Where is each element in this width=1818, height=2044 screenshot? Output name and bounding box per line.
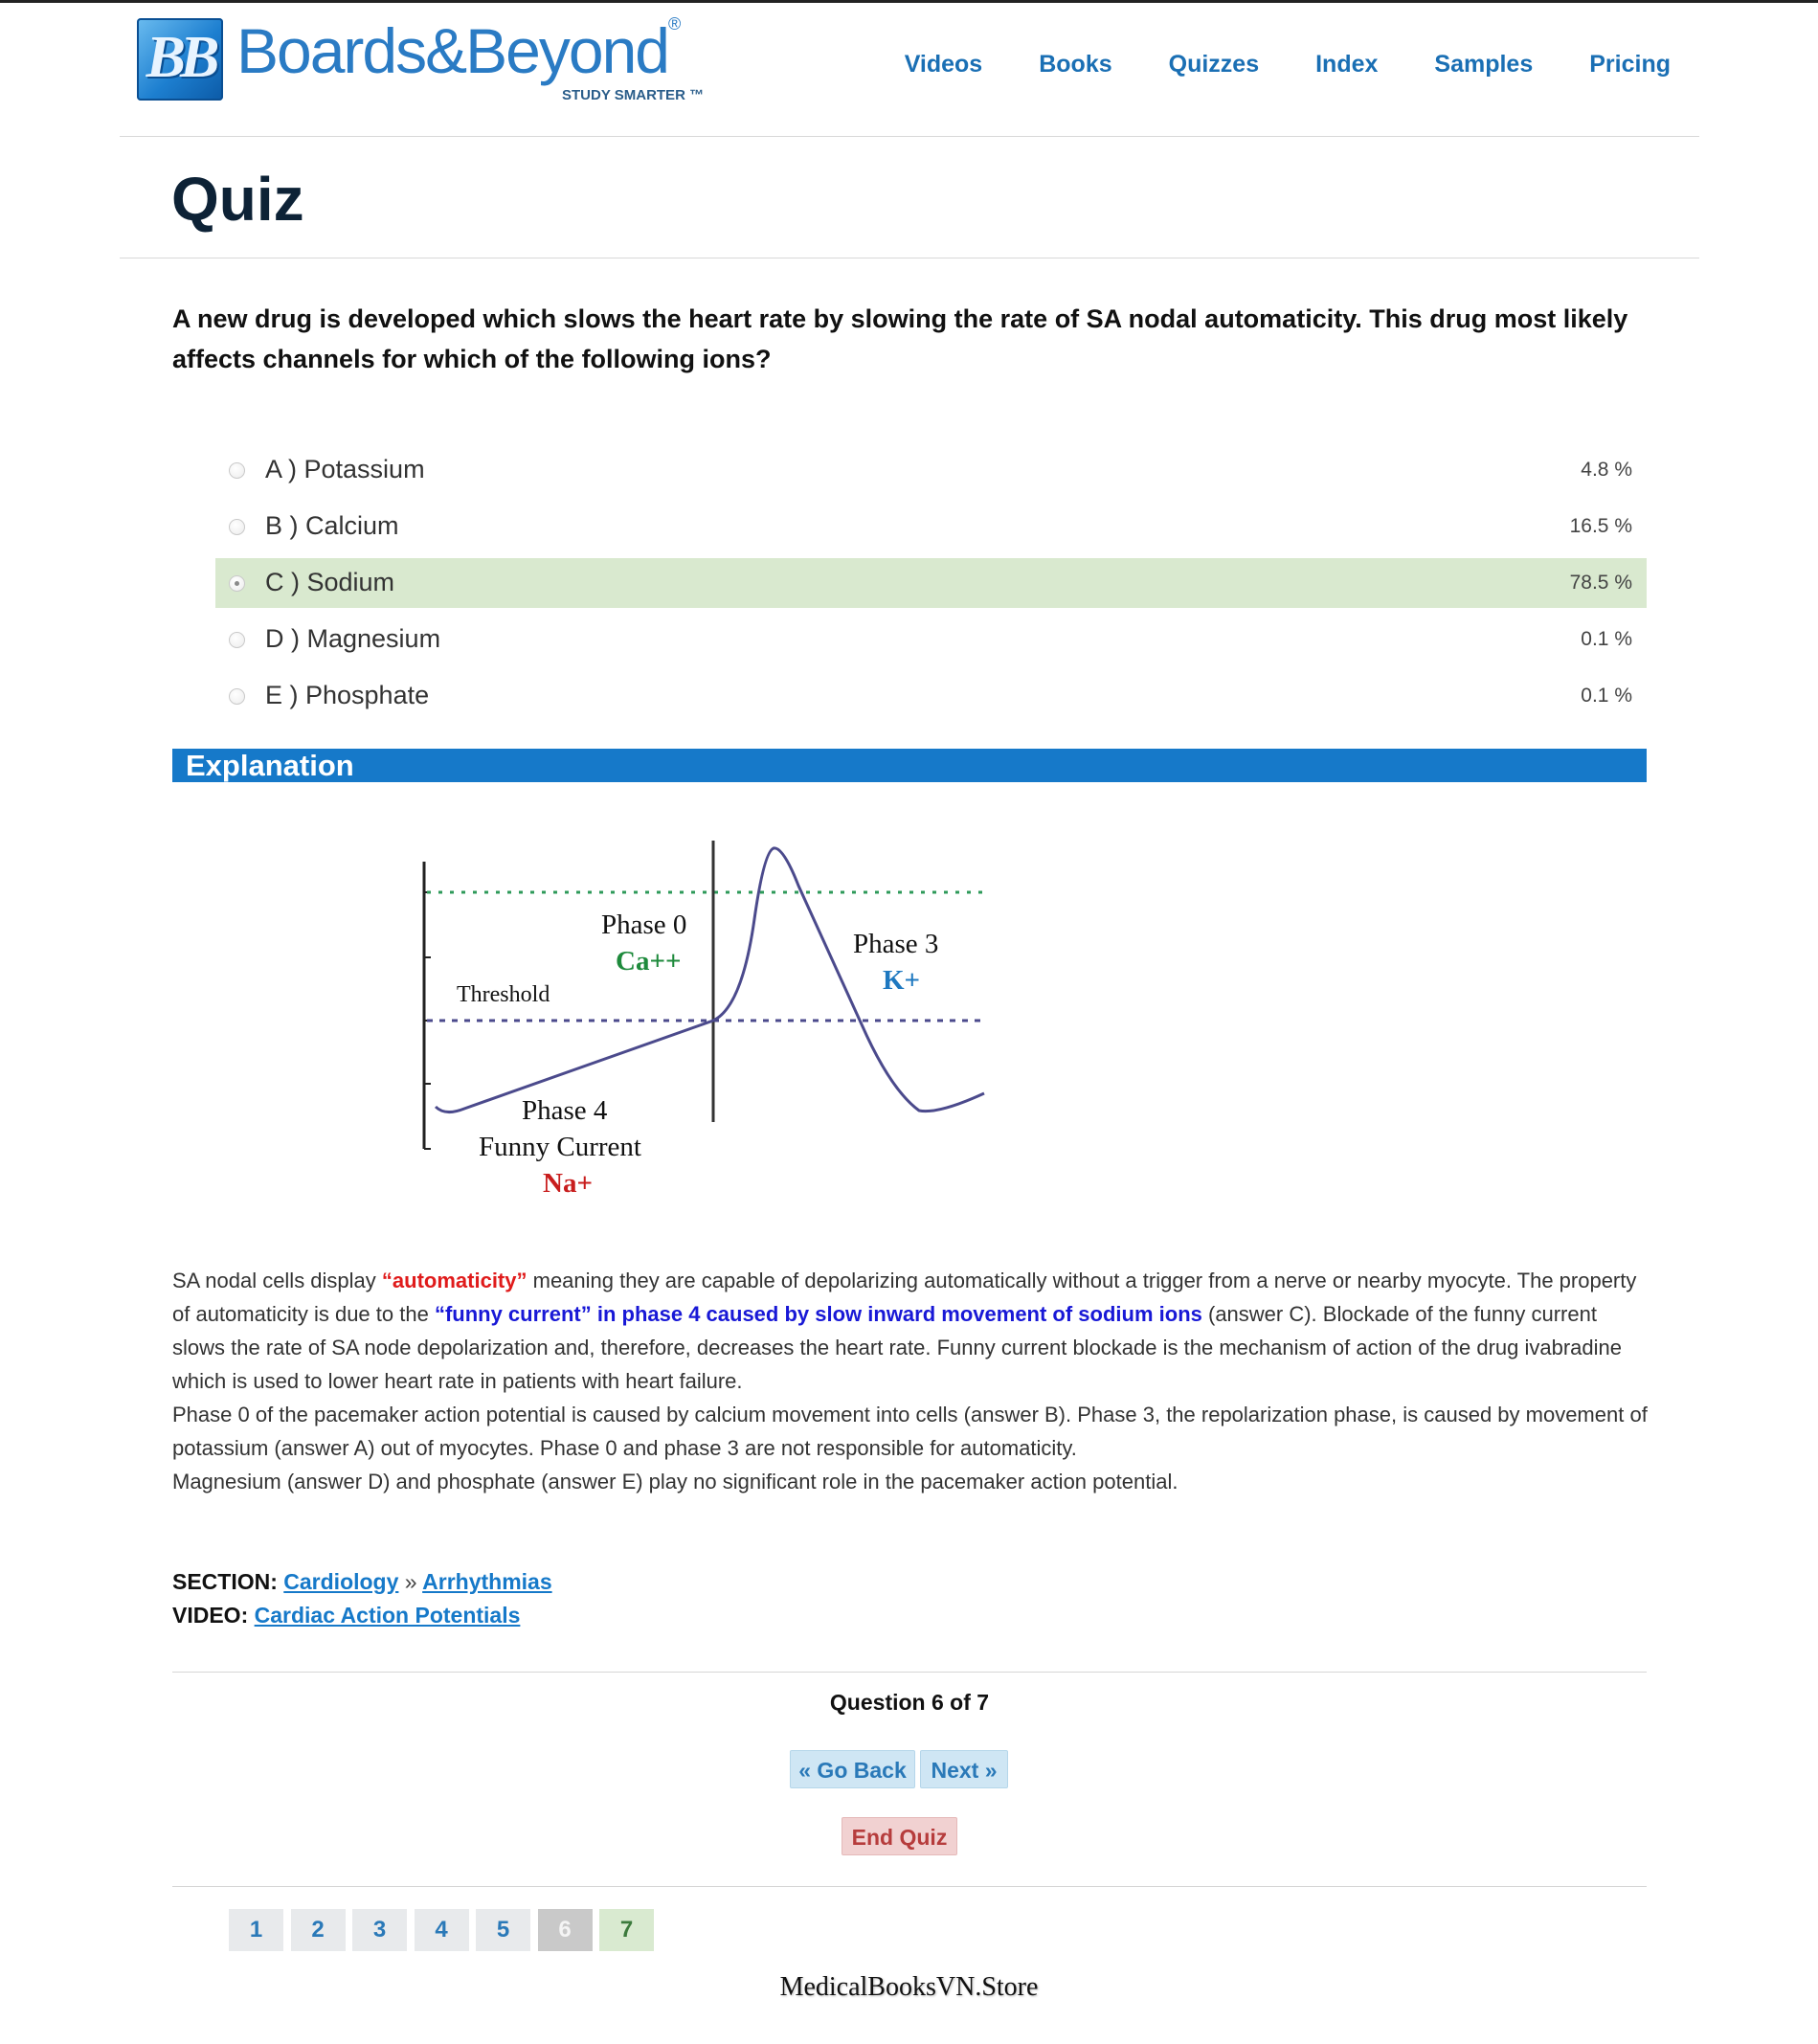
phase4-ion: Na+ — [543, 1168, 593, 1199]
watermark: MedicalBooksVN.Store — [779, 1972, 1039, 2002]
radio-button[interactable] — [229, 462, 245, 479]
main-nav: Videos Books Quizzes Index Samples Prici… — [848, 51, 1671, 79]
next-button[interactable]: Next » — [920, 1750, 1008, 1788]
radio-button[interactable] — [229, 519, 245, 535]
explanation-header: Explanation — [172, 749, 1647, 782]
brand-logo[interactable]: BB Boards&Beyond® STUDY SMARTER ™ — [137, 14, 704, 104]
video-label: VIDEO: — [172, 1603, 249, 1628]
question-counter: Question 6 of 7 — [829, 1690, 990, 1715]
nav-quizzes[interactable]: Quizzes — [1169, 51, 1259, 79]
explanation-paragraph-3: Magnesium (answer D) and phosphate (answ… — [172, 1470, 1178, 1494]
automaticity-highlight: “automaticity” — [381, 1269, 527, 1292]
page-5-button[interactable]: 5 — [476, 1909, 530, 1951]
radio-button[interactable] — [229, 632, 245, 648]
phase3-label: Phase 3 — [853, 929, 939, 959]
option-percent: 4.8 % — [1581, 459, 1632, 481]
option-label: E ) Phosphate — [265, 681, 430, 709]
action-potential-diagram: Phase 0 Ca++ Phase 3 K+ Threshold Phase … — [412, 833, 1005, 1206]
question-pager: 1 2 3 4 5 6 7 — [229, 1909, 662, 1951]
title-bar: Quiz — [120, 138, 1699, 258]
nav-index[interactable]: Index — [1315, 51, 1378, 79]
go-back-button[interactable]: « Go Back — [790, 1750, 915, 1788]
divider — [172, 1886, 1647, 1887]
phase3-ion: K+ — [883, 965, 921, 996]
option-label: C ) Sodium — [265, 568, 395, 596]
phase0-ion: Ca++ — [616, 946, 682, 977]
page-7-button[interactable]: 7 — [599, 1909, 654, 1951]
nav-pricing[interactable]: Pricing — [1589, 51, 1671, 79]
page-1-button[interactable]: 1 — [229, 1909, 283, 1951]
divider — [172, 1672, 1647, 1673]
answer-options: A ) Potassium 4.8 % B ) Calcium 16.5 % C… — [215, 445, 1647, 728]
explanation-text: SA nodal cells display “automaticity” me… — [172, 1264, 1651, 1498]
video-link[interactable]: Cardiac Action Potentials — [255, 1603, 521, 1628]
section-label: SECTION: — [172, 1569, 278, 1594]
section-line: SECTION: Cardiology » Arrhythmias — [172, 1565, 552, 1599]
option-a[interactable]: A ) Potassium 4.8 % — [215, 445, 1647, 495]
option-label: B ) Calcium — [265, 511, 399, 540]
registered-mark: ® — [668, 14, 681, 34]
section-link-arrhythmias[interactable]: Arrhythmias — [422, 1569, 551, 1594]
option-d[interactable]: D ) Magnesium 0.1 % — [215, 615, 1647, 664]
option-e[interactable]: E ) Phosphate 0.1 % — [215, 671, 1647, 721]
phase0-label: Phase 0 — [601, 910, 687, 940]
brand-tagline: STUDY SMARTER ™ — [562, 87, 705, 103]
breadcrumb-separator: » — [404, 1569, 417, 1594]
explanation-paragraph-1: SA nodal cells display “automaticity” me… — [172, 1269, 1637, 1393]
option-c[interactable]: C ) Sodium 78.5 % — [215, 558, 1647, 608]
page-3-button[interactable]: 3 — [352, 1909, 407, 1951]
brand-name: Boards&Beyond® — [236, 14, 681, 86]
page-6-button-current[interactable]: 6 — [537, 1909, 593, 1951]
section-info: SECTION: Cardiology » Arrhythmias VIDEO:… — [172, 1565, 552, 1632]
explanation-paragraph-2: Phase 0 of the pacemaker action potentia… — [172, 1403, 1648, 1460]
section-link-cardiology[interactable]: Cardiology — [283, 1569, 398, 1594]
page-2-button[interactable]: 2 — [290, 1909, 346, 1951]
page-4-button[interactable]: 4 — [414, 1909, 469, 1951]
radio-button[interactable] — [229, 688, 245, 705]
nav-samples[interactable]: Samples — [1434, 51, 1533, 79]
video-line: VIDEO: Cardiac Action Potentials — [172, 1599, 552, 1632]
phase4-subtitle: Funny Current — [479, 1132, 641, 1162]
funny-current-highlight: “funny current” in phase 4 caused by slo… — [434, 1302, 1202, 1326]
end-quiz-button[interactable]: End Quiz — [842, 1817, 957, 1855]
phase4-label: Phase 4 — [522, 1095, 608, 1126]
logo-mark-text: BB — [146, 25, 220, 90]
site-header: BB Boards&Beyond® STUDY SMARTER ™ Videos… — [120, 3, 1699, 137]
option-percent: 78.5 % — [1569, 572, 1632, 594]
question-text: A new drug is developed which slows the … — [172, 304, 1628, 373]
radio-button[interactable] — [229, 575, 245, 592]
option-label: D ) Magnesium — [265, 624, 441, 653]
option-percent: 0.1 % — [1581, 685, 1632, 707]
page-title: Quiz — [171, 165, 304, 234]
threshold-label: Threshold — [457, 982, 550, 1007]
explanation-heading: Explanation — [186, 749, 354, 782]
option-b[interactable]: B ) Calcium 16.5 % — [215, 502, 1647, 551]
option-percent: 16.5 % — [1569, 515, 1632, 537]
nav-videos[interactable]: Videos — [905, 51, 983, 79]
option-label: A ) Potassium — [265, 455, 425, 483]
nav-books[interactable]: Books — [1039, 51, 1111, 79]
logo-mark-icon: BB — [137, 18, 223, 101]
option-percent: 0.1 % — [1581, 628, 1632, 650]
